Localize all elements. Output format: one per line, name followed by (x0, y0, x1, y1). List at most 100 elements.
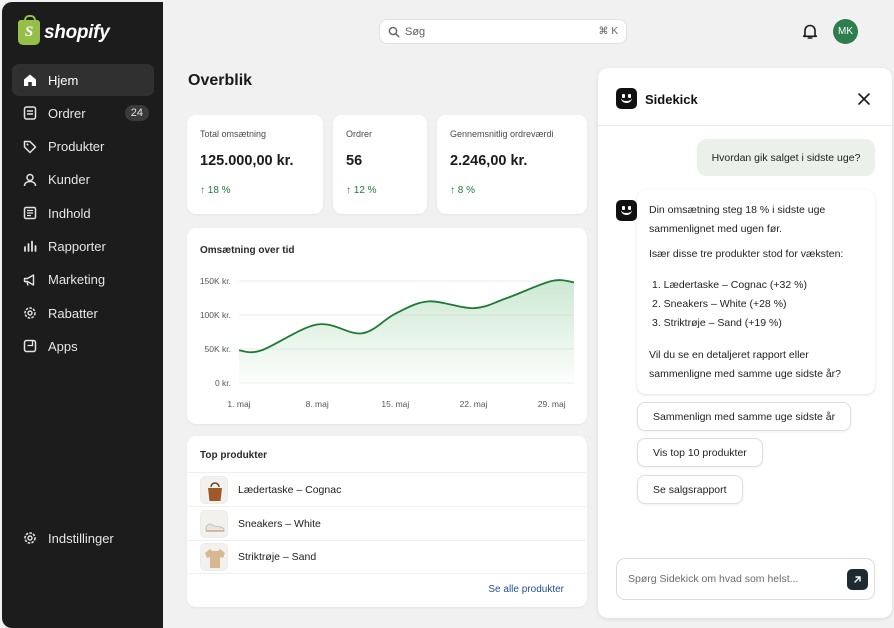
search-input[interactable]: Søg ⌘ K (379, 19, 627, 44)
sidebar-item-label: Indhold (48, 205, 91, 221)
bell-icon[interactable] (801, 22, 819, 40)
suggestion-chip-report[interactable]: Se salgsrapport (637, 475, 743, 504)
sidebar-item-apps[interactable]: Apps (12, 330, 154, 362)
stat-label: Ordrer (346, 129, 373, 139)
see-all-products-link[interactable]: Se alle produkter (488, 584, 564, 595)
sidebar-item-reports[interactable]: Rapporter (12, 230, 154, 262)
sidekick-panel: Sidekick Hvordan gik salget i sidste uge… (598, 68, 892, 618)
revenue-chart-card: Omsætning over tid 0 kr. 50K kr. 100K kr. 1… (187, 228, 587, 424)
y-tick-label: 0 kr. (215, 378, 231, 388)
stat-delta: ↑ 12 % (346, 185, 377, 196)
stat-value: 2.246,00 kr. (450, 153, 528, 169)
discount-gear-icon (24, 307, 36, 319)
y-tick-label: 50K kr. (205, 344, 231, 354)
content-icon (23, 206, 37, 220)
reply-list-item: 1. Lædertaske – Cognac (+32 %) (652, 279, 807, 291)
search-placeholder: Søg (405, 25, 426, 38)
sidebar-item-products[interactable]: Produkter (12, 131, 154, 163)
sidebar-item-content[interactable]: Indhold (12, 197, 154, 229)
stat-value: 56 (346, 153, 363, 169)
home-icon (24, 74, 36, 86)
stat-delta: ↑ 18 % (200, 185, 231, 196)
product-row[interactable]: Striktrøje – Sand (187, 540, 586, 574)
logo-text: shopify (44, 21, 110, 43)
suggestion-chip-compare[interactable]: Sammenlign med samme uge sidste år (637, 402, 852, 431)
sidekick-header: Sidekick (598, 68, 892, 126)
y-tick-label: 100K kr. (200, 310, 231, 320)
sidekick-title: Sidekick (645, 92, 698, 107)
apps-icon (23, 340, 37, 353)
reply-lead: Især disse tre produkter stod for vækste… (649, 248, 844, 260)
sidebar: S shopify Hjem Ordrer 24 Produkter Kunde… (2, 2, 163, 628)
reply-question: Vil du se en detaljeret rapport eller sa… (649, 349, 842, 380)
megaphone-icon (23, 274, 35, 286)
person-icon (23, 173, 37, 186)
send-button[interactable] (847, 569, 868, 590)
reply-list: 1. Lædertaske – Cognac (+32 %) 2. Sneake… (652, 276, 807, 333)
sidebar-item-label: Indstillinger (48, 530, 114, 546)
revenue-chart: 0 kr. 50K kr. 100K kr. 150K kr. 1. maj 8. maj… (200, 276, 575, 409)
sneaker-thumbnail (200, 509, 228, 538)
bar-chart-icon (24, 241, 37, 253)
sidebar-item-label: Marketing (48, 272, 106, 288)
x-tick-label: 8. maj (306, 399, 329, 409)
suggestion-chip-top10[interactable]: Vis top 10 produkter (637, 438, 763, 467)
sidekick-input[interactable]: Spørg Sidekick om hvad som helst... (616, 558, 875, 600)
sidebar-item-orders[interactable]: Ordrer 24 (12, 97, 154, 129)
orders-icon (23, 106, 37, 121)
avatar[interactable]: MK (833, 19, 858, 44)
sidebar-item-settings[interactable]: Indstillinger (12, 522, 154, 554)
stat-card-aov[interactable]: Gennemsnitlig ordreværdi 2.246,00 kr. ↑ … (437, 115, 587, 214)
sidebar-item-label: Apps (48, 338, 78, 354)
top-products-title: Top produkter (200, 450, 268, 461)
sidebar-item-customers[interactable]: Kunder (12, 164, 154, 196)
stat-value: 125.000,00 kr. (200, 153, 294, 169)
sidebar-item-home[interactable]: Hjem (12, 64, 154, 96)
area-fill (239, 280, 574, 383)
x-tick-label: 1. maj (227, 399, 250, 409)
shopify-bag-icon: S (18, 15, 40, 45)
search-icon (388, 26, 400, 37)
product-name: Sneakers – White (238, 517, 321, 530)
x-tick-label: 22. maj (460, 399, 488, 409)
top-products-card: Top produkter Lædertaske – Cognac Sneake… (187, 436, 587, 607)
shopify-logo[interactable]: S shopify (18, 15, 110, 45)
page-title: Overblik (188, 72, 253, 89)
orders-count-badge: 24 (124, 105, 149, 122)
stat-delta: ↑ 8 % (450, 185, 476, 196)
close-icon[interactable] (858, 93, 870, 105)
sidekick-input-placeholder: Spørg Sidekick om hvad som helst... (628, 573, 799, 585)
sidekick-face-icon (616, 200, 637, 221)
sidebar-item-marketing[interactable]: Marketing (12, 264, 154, 296)
sidebar-item-discounts[interactable]: Rabatter (12, 297, 154, 329)
sidebar-item-label: Kunder (48, 172, 90, 188)
product-row[interactable]: Lædertaske – Cognac (187, 472, 586, 506)
sidebar-item-label: Ordrer (48, 105, 86, 121)
reply-intro: Din omsætning steg 18 % i sidste uge sam… (649, 204, 826, 235)
user-message-bubble: Hvordan gik salget i sidste uge? (697, 139, 875, 176)
x-tick-label: 15. maj (381, 399, 409, 409)
bag-thumbnail (200, 475, 228, 504)
stat-label: Gennemsnitlig ordreværdi (450, 129, 554, 139)
x-tick-label: 29. maj (538, 399, 566, 409)
sidebar-item-label: Produkter (48, 139, 105, 155)
sidebar-item-label: Rabatter (48, 305, 98, 321)
product-name: Striktrøje – Sand (238, 551, 317, 563)
sidebar-nav: Hjem Ordrer 24 Produkter Kunder Indhold … (12, 64, 154, 364)
sidekick-face-icon (616, 88, 637, 109)
tag-icon (23, 140, 37, 153)
product-name: Lædertaske – Cognac (238, 483, 342, 496)
assistant-message-bubble: Din omsætning steg 18 % i sidste uge sam… (637, 190, 875, 394)
stat-card-revenue[interactable]: Total omsætning 125.000,00 kr. ↑ 18 % (187, 115, 323, 214)
reply-list-item: 2. Sneakers – White (+28 %) (652, 298, 787, 310)
y-tick-label: 150K kr. (200, 276, 231, 286)
sidebar-item-label: Rapporter (48, 238, 106, 254)
product-row[interactable]: Sneakers – White (187, 506, 586, 540)
stat-card-orders[interactable]: Ordrer 56 ↑ 12 % (333, 115, 427, 214)
sweater-thumbnail (200, 543, 228, 571)
sidebar-item-label: Hjem (48, 72, 79, 88)
stat-label: Total omsætning (200, 129, 267, 139)
gear-icon (24, 532, 36, 544)
search-shortcut: ⌘ K (598, 26, 618, 37)
reply-list-item: 3. Striktrøje – Sand (+19 %) (652, 317, 782, 329)
